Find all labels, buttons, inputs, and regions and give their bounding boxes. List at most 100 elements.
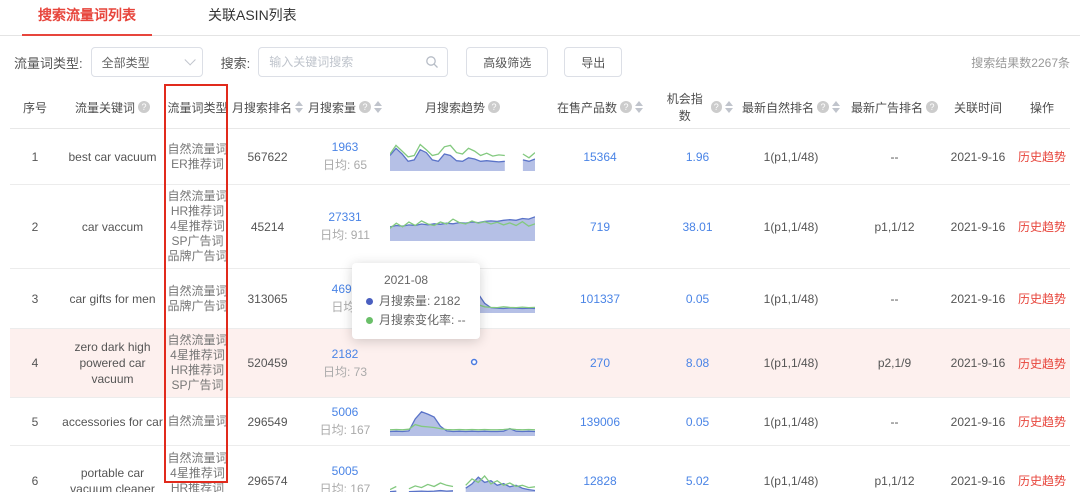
cell-action: 历史趋势: [1014, 328, 1070, 398]
green-dot-icon: [366, 317, 373, 324]
table-row: 5 accessories for car 自然流量词 296549 5006 日…: [10, 397, 1070, 446]
cell-keyword: portable car vacuum cleaner: [60, 445, 165, 492]
info-icon[interactable]: ?: [710, 101, 722, 113]
search-icon[interactable]: [425, 55, 439, 69]
header-date: 关联时间: [942, 86, 1014, 129]
info-icon[interactable]: ?: [488, 101, 500, 113]
header-month-volume: 月搜索量?: [305, 86, 385, 129]
tab-search-traffic-words[interactable]: 搜索流量词列表: [22, 0, 152, 36]
info-icon[interactable]: ?: [620, 101, 632, 113]
advanced-filter-button[interactable]: 高级筛选: [466, 47, 549, 77]
traffic-type-select[interactable]: 全部类型: [90, 47, 203, 77]
chevron-down-icon: [184, 54, 196, 66]
header-ad-rank: 最新广告排名?: [847, 86, 942, 129]
info-icon[interactable]: ?: [359, 101, 371, 113]
cell-opportunity: 8.08: [660, 328, 735, 398]
cell-index: 5: [10, 397, 60, 446]
table-row: 3 car gifts for men 自然流量词 品牌广告词 313065 4…: [10, 268, 1070, 329]
volume-link[interactable]: 27331: [307, 210, 383, 224]
volume-link[interactable]: 1963: [307, 140, 383, 154]
cell-index: 6: [10, 445, 60, 492]
opportunity-link[interactable]: 0.05: [686, 415, 709, 429]
cell-date: 2021-9-16: [942, 328, 1014, 398]
sort-icon[interactable]: [832, 101, 840, 113]
cell-organic-rank: 1(p1,1/48): [735, 128, 847, 185]
keyword-table: 序号 流量关键词? 流量词类型 月搜索排名 月搜索量? 月搜索趋势? 在售产品数…: [10, 86, 1070, 492]
daily-average: 日均: 73: [322, 364, 368, 379]
opportunity-link[interactable]: 8.08: [686, 356, 709, 370]
blue-dot-icon: [366, 298, 373, 305]
sort-icon[interactable]: [295, 101, 303, 113]
trend-chart[interactable]: [389, 402, 536, 438]
filter-bar: 流量词类型: 全部类型 搜索: 高级筛选 导出 搜索结果数2267条: [0, 36, 1080, 86]
search-label: 搜索:: [220, 55, 251, 71]
trend-chart[interactable]: [389, 207, 536, 243]
cell-opportunity: 0.05: [660, 268, 735, 329]
cell-products: 719: [540, 184, 660, 269]
header-traffic-type: 流量词类型: [165, 86, 230, 129]
tooltip-volume: 月搜索量: 2182: [379, 294, 461, 308]
tab-bar: 搜索流量词列表 关联ASIN列表: [0, 0, 1080, 36]
history-trend-link[interactable]: 历史趋势: [1018, 220, 1066, 234]
chart-tooltip: 2021-08 月搜索量: 2182 月搜索变化率: --: [352, 263, 480, 339]
cell-date: 2021-9-16: [942, 445, 1014, 492]
cell-index: 1: [10, 128, 60, 185]
info-icon[interactable]: ?: [926, 101, 938, 113]
cell-action: 历史趋势: [1014, 128, 1070, 185]
history-trend-link[interactable]: 历史趋势: [1018, 150, 1066, 164]
cell-index: 4: [10, 328, 60, 398]
cell-opportunity: 5.02: [660, 445, 735, 492]
cell-date: 2021-9-16: [942, 268, 1014, 329]
products-link[interactable]: 12828: [583, 474, 616, 488]
opportunity-link[interactable]: 0.05: [686, 292, 709, 306]
cell-ad-rank: p2,1/9: [847, 328, 942, 398]
tooltip-title: 2021-08: [384, 273, 429, 287]
volume-link[interactable]: 5006: [307, 405, 383, 419]
sort-icon[interactable]: [635, 101, 643, 113]
cell-products: 101337: [540, 268, 660, 329]
opportunity-link[interactable]: 38.01: [682, 220, 712, 234]
cell-month-rank: 296574: [230, 445, 305, 492]
cell-ad-rank: --: [847, 268, 942, 329]
cell-action: 历史趋势: [1014, 397, 1070, 446]
volume-link[interactable]: 5005: [307, 464, 383, 478]
cell-ad-rank: p1,1/12: [847, 184, 942, 269]
cell-month-rank: 45214: [230, 184, 305, 269]
tab-related-asin[interactable]: 关联ASIN列表: [192, 0, 313, 35]
header-index: 序号: [10, 86, 60, 129]
cell-month-rank: 520459: [230, 328, 305, 398]
sort-icon[interactable]: [725, 101, 733, 113]
opportunity-link[interactable]: 5.02: [686, 474, 709, 488]
cell-keyword: best car vacuum: [60, 128, 165, 185]
products-link[interactable]: 15364: [583, 150, 616, 164]
header-products: 在售产品数?: [540, 86, 660, 129]
trend-chart[interactable]: [390, 344, 535, 380]
tooltip-change-rate: 月搜索变化率: --: [379, 313, 466, 327]
products-link[interactable]: 270: [590, 356, 610, 370]
table-row: 2 car vaccum 自然流量词 HR推荐词 4星推荐词 SP广告词 品牌广…: [10, 184, 1070, 269]
search-input[interactable]: [269, 55, 426, 69]
history-trend-link[interactable]: 历史趋势: [1018, 292, 1066, 306]
history-trend-link[interactable]: 历史趋势: [1018, 415, 1066, 429]
trend-chart[interactable]: [389, 461, 536, 492]
cell-trend: [385, 397, 540, 446]
cell-traffic-types: 自然流量词 4星推荐词 HR推荐词 SP广告词: [165, 328, 230, 398]
trend-chart[interactable]: [389, 137, 536, 173]
products-link[interactable]: 101337: [580, 292, 620, 306]
cell-keyword: car vaccum: [60, 184, 165, 269]
volume-link[interactable]: 2182: [307, 347, 383, 361]
products-link[interactable]: 719: [590, 220, 610, 234]
daily-average: 日均: 167: [319, 423, 371, 437]
cell-action: 历史趋势: [1014, 445, 1070, 492]
export-button[interactable]: 导出: [564, 47, 623, 77]
cell-products: 15364: [540, 128, 660, 185]
info-icon[interactable]: ?: [817, 101, 829, 113]
info-icon[interactable]: ?: [138, 101, 150, 113]
history-trend-link[interactable]: 历史趋势: [1018, 357, 1066, 371]
opportunity-link[interactable]: 1.96: [686, 150, 709, 164]
cell-month-volume: 1963 日均: 65: [305, 128, 385, 185]
products-link[interactable]: 139006: [580, 415, 620, 429]
sort-icon[interactable]: [374, 101, 382, 113]
history-trend-link[interactable]: 历史趋势: [1018, 474, 1066, 488]
cell-keyword: zero dark high powered car vacuum: [60, 328, 165, 398]
